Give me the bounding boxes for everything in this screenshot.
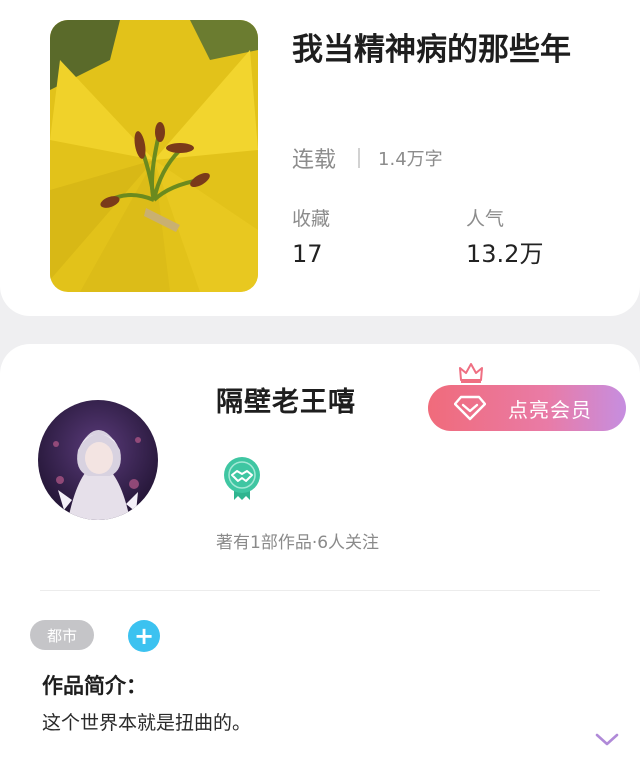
popularity-value: 13.2万	[466, 240, 544, 268]
genre-tag[interactable]: 都市	[30, 620, 94, 650]
intro-text: 这个世界本就是扭曲的。	[42, 712, 252, 734]
activate-vip-button[interactable]: 点亮会员	[428, 385, 626, 431]
diamond-icon	[454, 395, 486, 421]
popularity-stat: 人气 13.2万	[466, 206, 543, 270]
favorites-label: 收藏	[292, 208, 331, 230]
vip-button-label: 点亮会员	[508, 397, 592, 422]
favorites-stat: 收藏 17	[292, 206, 330, 270]
author-meta: 著有1部作品·6人关注	[216, 533, 380, 553]
author-name[interactable]: 隔壁老王嘻	[216, 380, 356, 419]
book-status-row: 连载 1.4万字	[292, 140, 443, 176]
plus-icon: +	[133, 622, 155, 650]
divider	[358, 148, 361, 168]
add-tag-button[interactable]: +	[128, 620, 160, 652]
book-info-card: 我当精神病的那些年 连载 1.4万字 收藏 17 人气 13.2万	[0, 0, 640, 316]
intro-heading: 作品简介：	[42, 674, 147, 698]
popularity-label: 人气	[466, 208, 505, 230]
book-title: 我当精神病的那些年	[292, 32, 571, 68]
serial-status: 连载	[292, 148, 337, 173]
handshake-badge-icon[interactable]	[222, 456, 262, 500]
author-card: 隔壁老王嘻 点亮会员 著有1部作品·6人关注 都市 + 作品简介： 这个世界本就…	[0, 344, 640, 774]
book-cover-image[interactable]	[50, 20, 258, 292]
favorites-value: 17	[292, 240, 323, 268]
author-avatar[interactable]	[38, 400, 158, 520]
chevron-down-icon[interactable]	[594, 732, 620, 748]
crown-icon	[459, 363, 483, 383]
section-divider	[40, 590, 600, 591]
word-count: 1.4万字	[378, 149, 443, 170]
